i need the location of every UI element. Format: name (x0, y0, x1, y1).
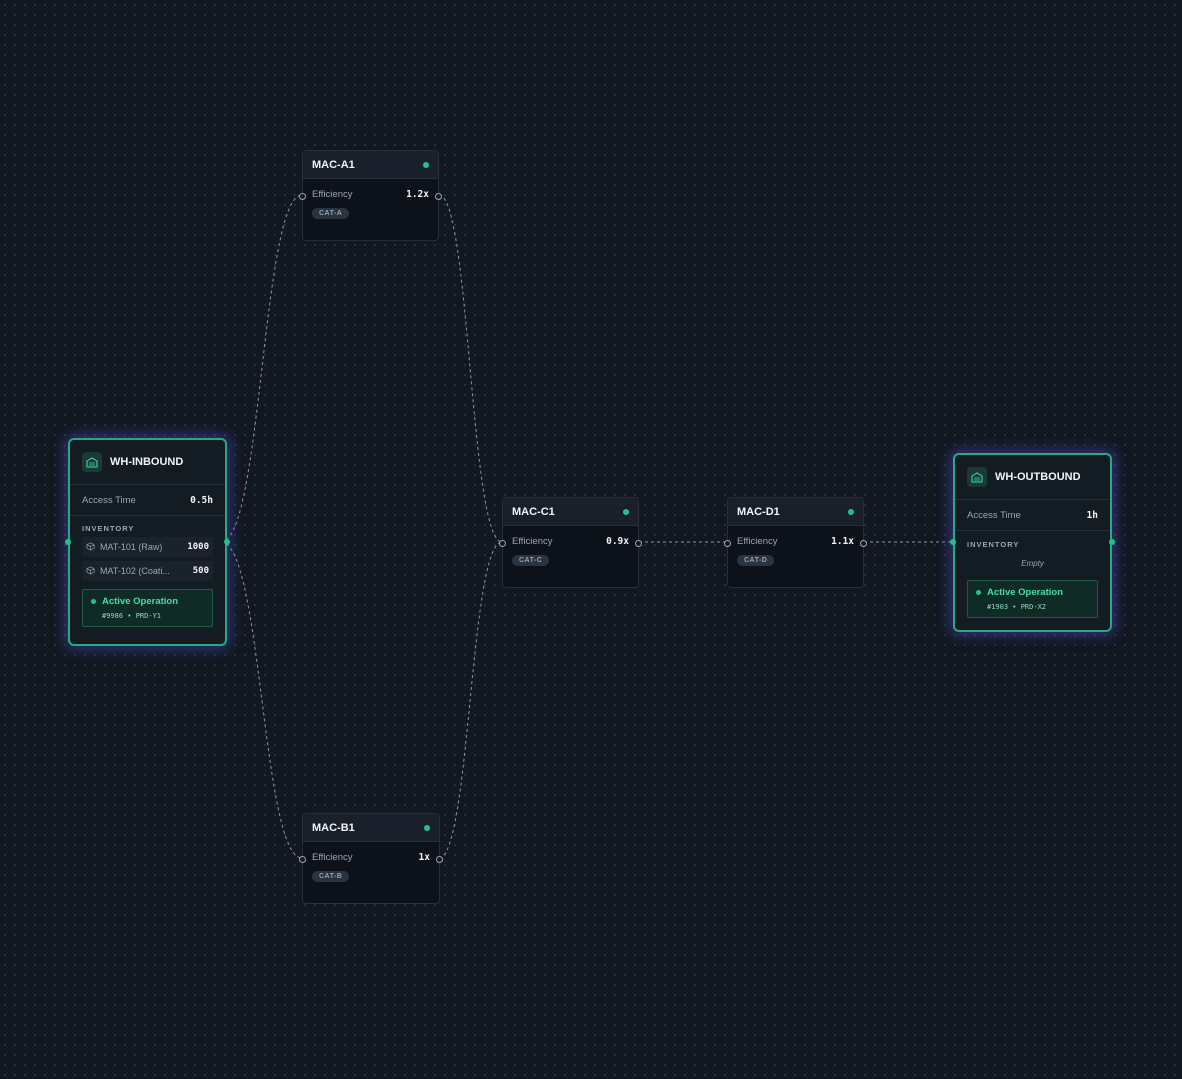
edge-mac-b1-mac-c1 (438, 541, 503, 859)
input-port[interactable] (724, 540, 731, 547)
category-badge: CAT-B (312, 871, 350, 882)
efficiency-value: 1.1x (831, 536, 854, 547)
access-time-label: Access Time (82, 494, 136, 506)
status-dot-icon (91, 599, 96, 604)
status-dot-icon (424, 824, 430, 831)
input-port[interactable] (499, 540, 506, 547)
status-dot-icon (976, 590, 981, 595)
status-dot-icon (423, 161, 429, 168)
efficiency-value: 1.2x (406, 189, 429, 200)
output-port[interactable] (1109, 539, 1115, 545)
category-badge: CAT-A (312, 208, 350, 219)
machine-node-mac-d1[interactable]: MAC-D1 Efficiency 1.1x CAT-D (724, 497, 867, 588)
machine-title: MAC-D1 (737, 505, 780, 518)
warehouse-node-inbound[interactable]: WH-INBOUND Access Time 0.5h INVENTORY MA… (65, 438, 230, 646)
output-port[interactable] (860, 540, 867, 547)
active-operation-panel[interactable]: Active Operation #1903 • PRD-X2 (967, 580, 1098, 618)
operation-label: Active Operation (987, 587, 1064, 598)
efficiency-label: Efficiency (312, 189, 353, 200)
efficiency-label: Efficiency (737, 536, 778, 547)
edge-mac-a1-mac-c1 (438, 194, 503, 543)
machine-title: MAC-B1 (312, 821, 355, 834)
inventory-item-qty: 1000 (187, 542, 209, 552)
output-port[interactable] (224, 539, 230, 545)
warehouse-icon (967, 467, 987, 487)
efficiency-value: 0.9x (606, 536, 629, 547)
edge-inbound-mac-b1 (220, 541, 303, 859)
access-time-value: 1h (1086, 509, 1098, 521)
output-port[interactable] (635, 540, 642, 547)
efficiency-label: Efficiency (312, 852, 353, 863)
category-badge: CAT-C (512, 555, 550, 566)
inventory-heading: INVENTORY (967, 540, 1020, 549)
output-port[interactable] (436, 856, 443, 863)
inventory-item: MAT-101 (Raw) 1000 (82, 537, 213, 557)
warehouse-title: WH-OUTBOUND (995, 471, 1081, 483)
input-port[interactable] (65, 539, 71, 545)
warehouse-title: WH-INBOUND (110, 456, 184, 468)
operation-detail: #1903 • PRD-X2 (987, 603, 1047, 611)
warehouse-icon (82, 452, 102, 472)
status-dot-icon (623, 508, 629, 515)
input-port[interactable] (299, 193, 306, 200)
edge-inbound-mac-a1 (220, 194, 303, 543)
inventory-empty-text: Empty (1021, 559, 1044, 568)
category-badge: CAT-D (737, 555, 775, 566)
inventory-item-qty: 500 (192, 566, 209, 576)
machine-node-mac-c1[interactable]: MAC-C1 Efficiency 0.9x CAT-C (499, 497, 642, 588)
active-operation-panel[interactable]: Active Operation #9986 • PRD-Y1 (82, 589, 213, 627)
inventory-heading: INVENTORY (82, 524, 135, 533)
warehouse-node-outbound[interactable]: WH-OUTBOUND Access Time 1h INVENTORY Emp… (950, 453, 1115, 632)
machine-node-mac-a1[interactable]: MAC-A1 Efficiency 1.2x CAT-A (299, 150, 442, 241)
cube-icon (86, 541, 95, 553)
efficiency-value: 1x (418, 852, 430, 863)
inventory-item-name: MAT-101 (Raw) (100, 542, 163, 552)
input-port[interactable] (950, 539, 956, 545)
efficiency-label: Efficiency (512, 536, 553, 547)
machine-title: MAC-C1 (512, 505, 555, 518)
inventory-item: MAT-102 (Coati... 500 (82, 561, 213, 581)
status-dot-icon (848, 508, 854, 515)
access-time-label: Access Time (967, 509, 1021, 521)
machine-title: MAC-A1 (312, 158, 355, 171)
operation-detail: #9986 • PRD-Y1 (102, 612, 162, 620)
operation-label: Active Operation (102, 596, 179, 607)
access-time-value: 0.5h (190, 494, 213, 506)
input-port[interactable] (299, 856, 306, 863)
machine-node-mac-b1[interactable]: MAC-B1 Efficiency 1x CAT-B (299, 813, 443, 904)
inventory-item-name: MAT-102 (Coati... (100, 566, 170, 576)
output-port[interactable] (435, 193, 442, 200)
cube-icon (86, 565, 95, 577)
